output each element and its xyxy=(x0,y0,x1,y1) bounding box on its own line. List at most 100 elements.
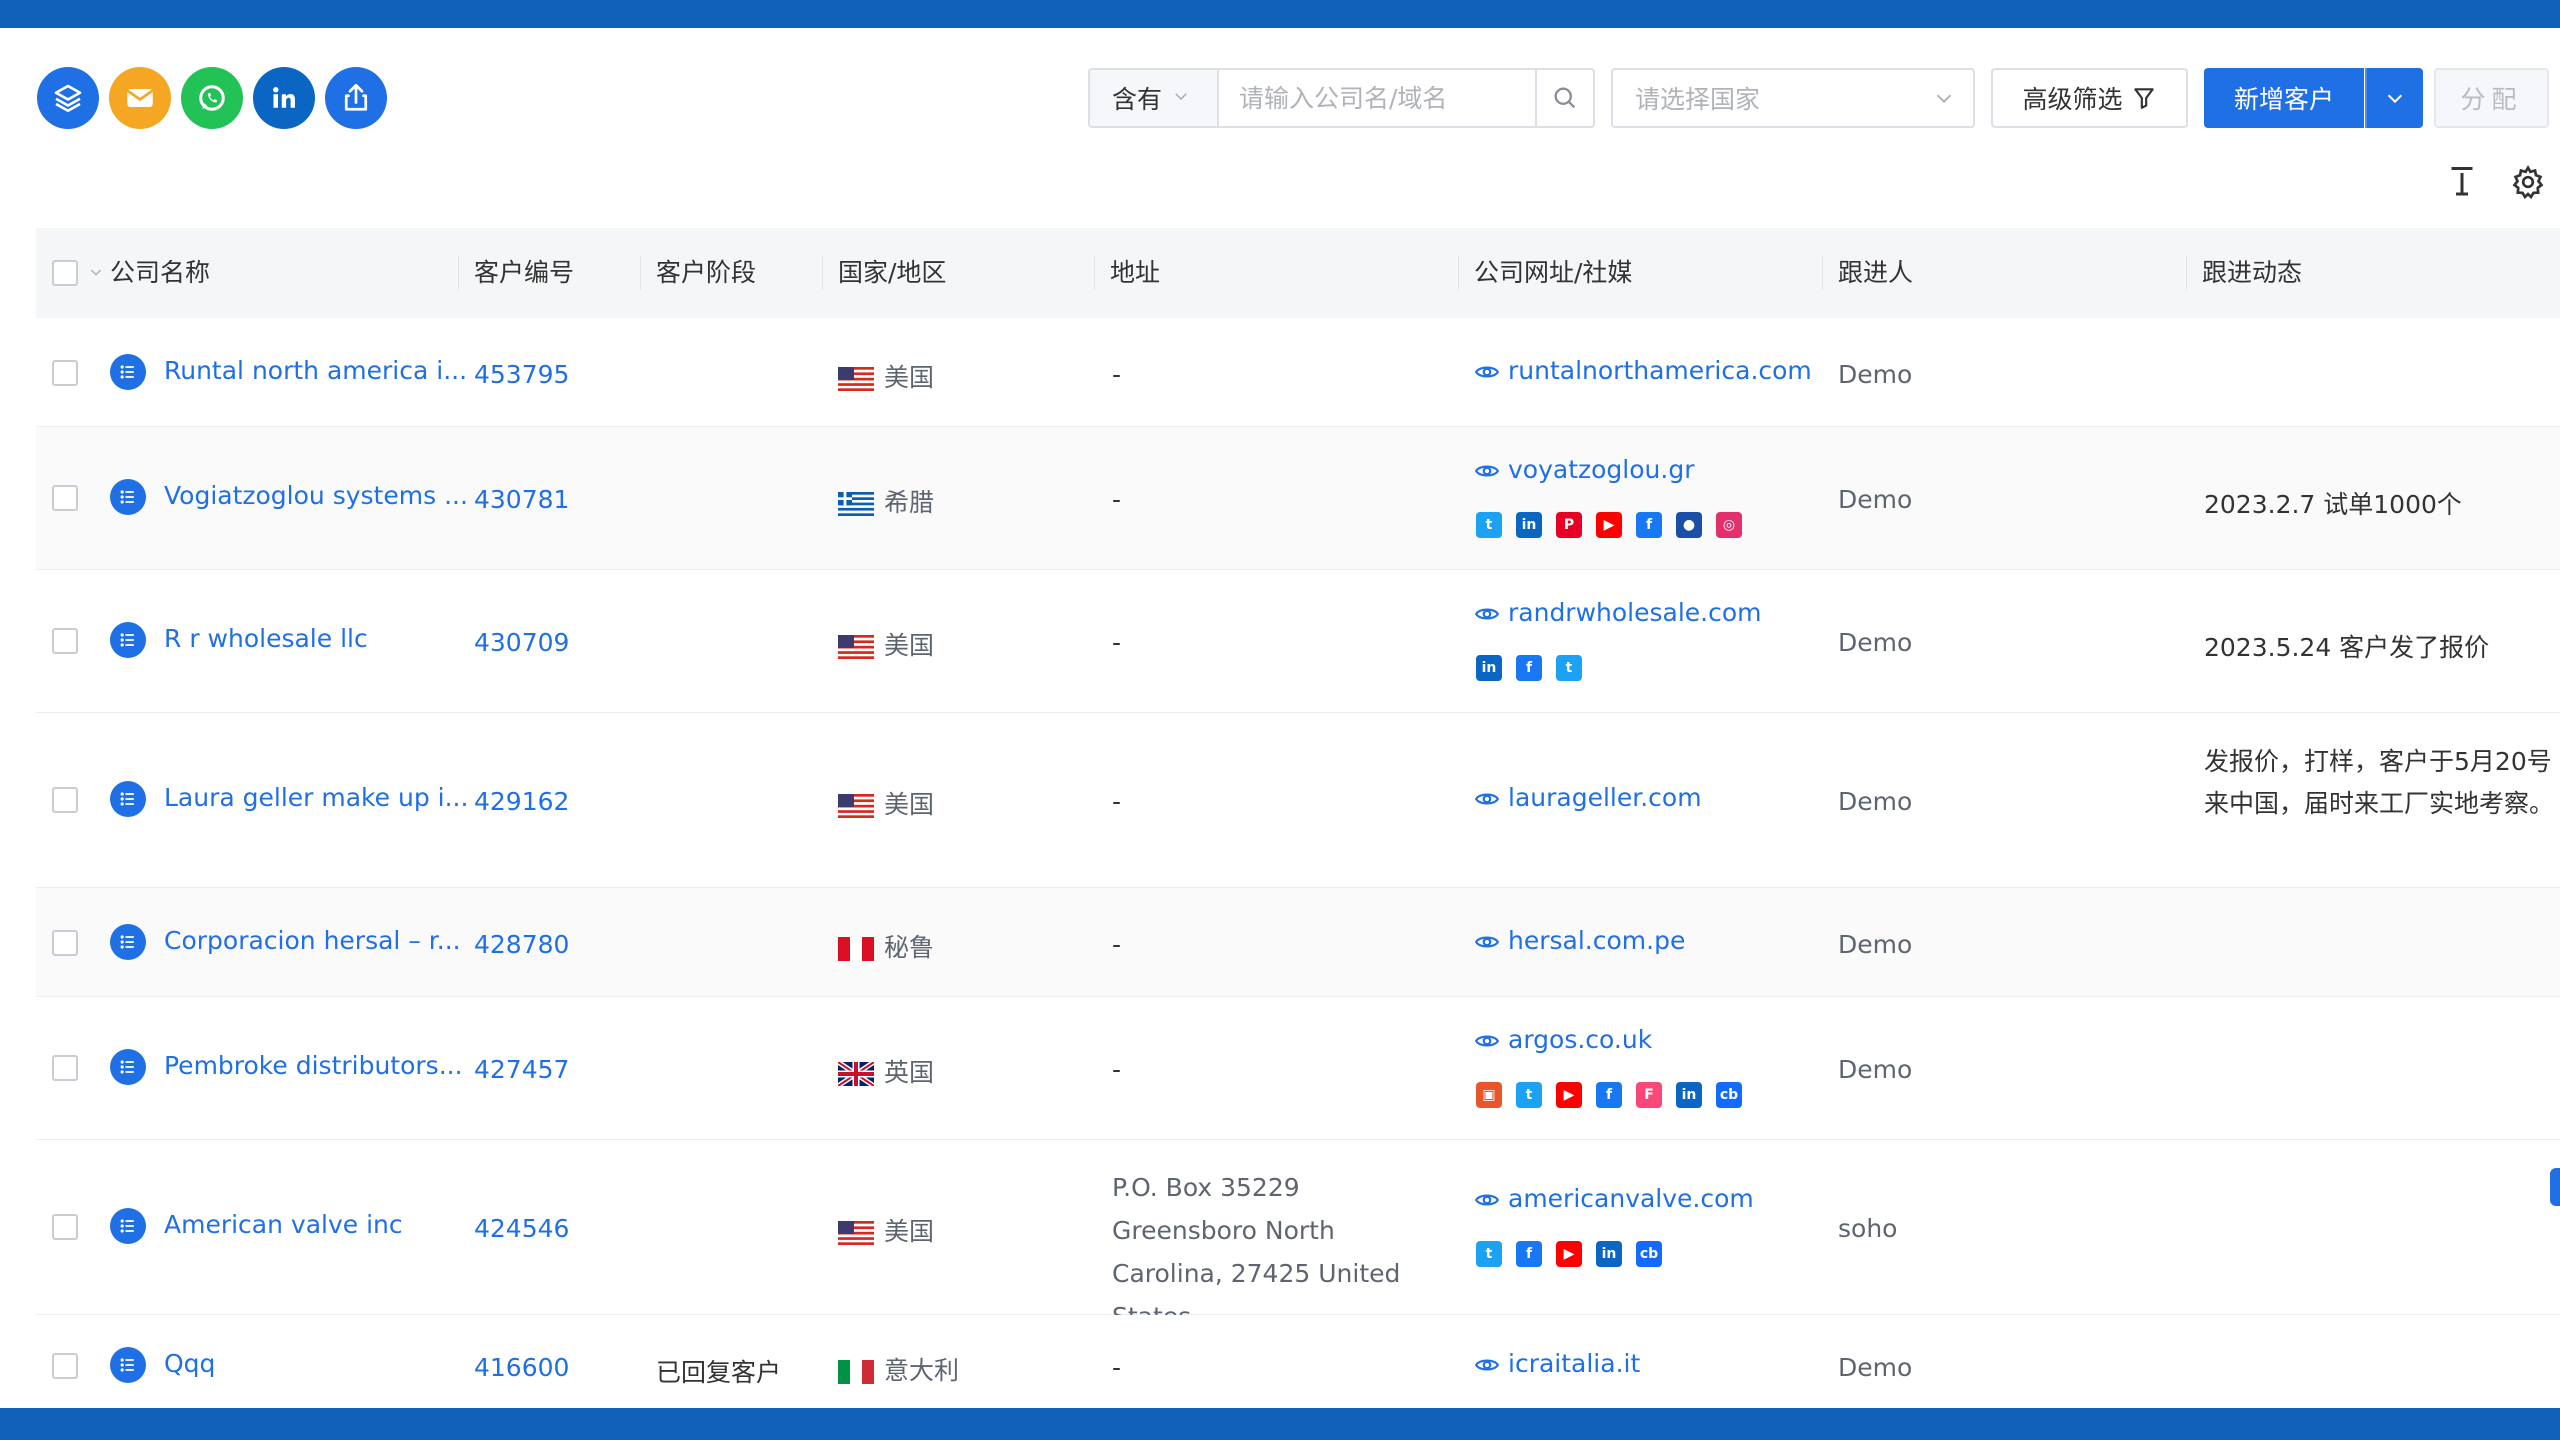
website-link[interactable]: runtalnorthamerica.com xyxy=(1508,356,1812,385)
linkedin-icon[interactable] xyxy=(253,67,315,129)
facebook-icon[interactable]: f xyxy=(1636,512,1662,538)
list-icon[interactable] xyxy=(110,781,146,817)
search-input[interactable] xyxy=(1217,68,1537,128)
website-link[interactable]: icraitalia.it xyxy=(1508,1349,1640,1378)
row-checkbox[interactable] xyxy=(52,485,78,511)
column-divider[interactable] xyxy=(458,256,459,290)
twitter-icon[interactable]: t xyxy=(1516,1082,1542,1108)
pinterest-icon[interactable]: P xyxy=(1556,512,1582,538)
company-name-link[interactable]: Corporacion hersal – r... xyxy=(164,926,461,955)
column-divider[interactable] xyxy=(1822,256,1823,290)
instagram-icon[interactable]: ◎ xyxy=(1716,512,1742,538)
customer-no-link[interactable]: 416600 xyxy=(474,1353,569,1382)
company-name-link[interactable]: Pembroke distributors... xyxy=(164,1051,463,1080)
company-name-link[interactable]: R r wholesale llc xyxy=(164,624,368,653)
company-name-link[interactable]: American valve inc xyxy=(164,1210,403,1239)
column-divider[interactable] xyxy=(640,256,641,290)
customer-no-link[interactable]: 424546 xyxy=(474,1214,569,1243)
table-row[interactable]: Vogiatzoglou systems ... 430781 希腊 - voy… xyxy=(36,427,2560,570)
crunchbase-icon[interactable]: cb xyxy=(1716,1082,1742,1108)
list-icon[interactable] xyxy=(110,354,146,390)
search-button[interactable] xyxy=(1535,68,1595,128)
country-name: 美国 xyxy=(884,790,935,819)
linkedin-icon[interactable]: in xyxy=(1676,1082,1702,1108)
list-icon[interactable] xyxy=(110,924,146,960)
map-pin-icon[interactable]: ● xyxy=(1676,512,1702,538)
scrollbar-handle[interactable] xyxy=(2550,1168,2560,1206)
add-customer-dropdown[interactable] xyxy=(2365,68,2423,128)
row-checkbox[interactable] xyxy=(52,360,78,386)
add-customer-button[interactable]: 新增客户 xyxy=(2204,68,2364,128)
list-icon[interactable] xyxy=(110,479,146,515)
youtube-icon[interactable]: ▶ xyxy=(1556,1082,1582,1108)
row-checkbox[interactable] xyxy=(52,1214,78,1240)
list-icon[interactable] xyxy=(110,1347,146,1383)
company-name-link[interactable]: Vogiatzoglou systems ... xyxy=(164,481,468,510)
twitter-icon[interactable]: t xyxy=(1476,1241,1502,1267)
select-all-checkbox[interactable] xyxy=(52,260,78,286)
website-link[interactable]: americanvalve.com xyxy=(1508,1184,1754,1213)
website-link[interactable]: voyatzoglou.gr xyxy=(1508,455,1694,484)
linkedin-icon[interactable]: in xyxy=(1596,1241,1622,1267)
twitter-icon[interactable]: t xyxy=(1556,655,1582,681)
country-name: 美国 xyxy=(884,631,935,660)
country-select[interactable]: 请选择国家 xyxy=(1611,68,1975,128)
foursquare-icon[interactable]: F xyxy=(1636,1082,1662,1108)
settings-gear-icon[interactable] xyxy=(2510,164,2546,200)
linkedin-icon[interactable]: in xyxy=(1516,512,1542,538)
customer-no-link[interactable]: 453795 xyxy=(474,360,569,389)
facebook-icon[interactable]: f xyxy=(1516,655,1542,681)
youtube-icon[interactable]: ▶ xyxy=(1556,1241,1582,1267)
customer-no-link[interactable]: 427457 xyxy=(474,1055,569,1084)
customer-no-link[interactable]: 429162 xyxy=(474,787,569,816)
table-row[interactable]: Runtal north america i... 453795 美国 - ru… xyxy=(36,318,2560,427)
table-row[interactable]: Corporacion hersal – r... 428780 秘鲁 - he… xyxy=(36,888,2560,997)
website-link[interactable]: randrwholesale.com xyxy=(1508,598,1762,627)
us-flag-icon xyxy=(838,367,874,391)
layers-icon[interactable] xyxy=(37,67,99,129)
crunchbase-icon[interactable]: cb xyxy=(1636,1241,1662,1267)
column-divider[interactable] xyxy=(2186,256,2187,290)
list-icon[interactable] xyxy=(110,1208,146,1244)
advanced-filter-button[interactable]: 高级筛选 xyxy=(1991,68,2188,128)
row-checkbox[interactable] xyxy=(52,787,78,813)
table-row[interactable]: American valve inc 424546 美国 P.O. Box 35… xyxy=(36,1140,2560,1331)
country-cell: 英国 xyxy=(838,1053,934,1089)
column-height-icon[interactable] xyxy=(2444,164,2480,200)
customer-no-link[interactable]: 430781 xyxy=(474,485,569,514)
website-link[interactable]: hersal.com.pe xyxy=(1508,926,1685,955)
column-divider[interactable] xyxy=(822,256,823,290)
company-name-link[interactable]: Laura geller make up i... xyxy=(164,783,468,812)
column-divider[interactable] xyxy=(1094,256,1095,290)
customer-no-link[interactable]: 430709 xyxy=(474,628,569,657)
list-icon[interactable] xyxy=(110,1049,146,1085)
customer-no-link[interactable]: 428780 xyxy=(474,930,569,959)
table-row[interactable]: Laura geller make up i... 429162 美国 - la… xyxy=(36,713,2560,888)
table-row[interactable]: R r wholesale llc 430709 美国 - randrwhole… xyxy=(36,570,2560,713)
row-checkbox[interactable] xyxy=(52,628,78,654)
whatsapp-icon[interactable] xyxy=(181,67,243,129)
website-link[interactable]: laurageller.com xyxy=(1508,783,1702,812)
list-icon[interactable] xyxy=(110,622,146,658)
facebook-icon[interactable]: f xyxy=(1516,1241,1542,1267)
linkedin-icon[interactable]: in xyxy=(1476,655,1502,681)
row-checkbox[interactable] xyxy=(52,930,78,956)
export-icon[interactable] xyxy=(325,67,387,129)
social-icons: in f t xyxy=(1476,652,1596,681)
email-icon[interactable] xyxy=(109,67,171,129)
website-link[interactable]: argos.co.uk xyxy=(1508,1025,1652,1054)
snapshot-icon[interactable]: ▣ xyxy=(1476,1082,1502,1108)
row-checkbox[interactable] xyxy=(52,1353,78,1379)
assign-button[interactable]: 分配 xyxy=(2434,68,2549,128)
facebook-icon[interactable]: f xyxy=(1596,1082,1622,1108)
column-divider[interactable] xyxy=(1458,256,1459,290)
table-row[interactable]: Pembroke distributors... 427457 英国 - arg… xyxy=(36,997,2560,1140)
company-name-link[interactable]: Qqq xyxy=(164,1349,215,1378)
youtube-icon[interactable]: ▶ xyxy=(1596,512,1622,538)
chevron-down-icon[interactable] xyxy=(88,264,104,280)
twitter-icon[interactable]: t xyxy=(1476,512,1502,538)
table-row[interactable]: Qqq 416600 已回复客户 意大利 - icraitalia.it Dem… xyxy=(36,1315,2560,1423)
row-checkbox[interactable] xyxy=(52,1055,78,1081)
company-name-link[interactable]: Runtal north america i... xyxy=(164,356,467,385)
match-mode-select[interactable]: 含有 xyxy=(1088,68,1217,128)
